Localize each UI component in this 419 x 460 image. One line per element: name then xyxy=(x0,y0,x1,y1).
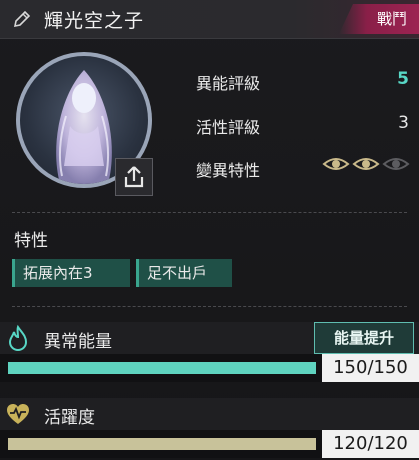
stat-label-mutation-trait: 變異特性 xyxy=(196,161,261,180)
share-button[interactable] xyxy=(115,158,153,196)
stat-value-ability-rank: 5 xyxy=(397,69,409,89)
character-name: 輝光空之子 xyxy=(44,10,145,32)
eye-icon-active-2 xyxy=(352,158,380,170)
activity-header: 活躍度 xyxy=(0,398,419,430)
divider xyxy=(12,212,407,213)
stat-label-ability-rank: 異能評級 xyxy=(196,74,261,93)
mutation-eye-icons xyxy=(322,158,410,170)
energy-bar: 150/150 xyxy=(0,354,419,382)
divider xyxy=(12,306,407,307)
energy-boost-button[interactable]: 能量提升 xyxy=(314,322,414,354)
upload-icon xyxy=(124,166,144,188)
flame-icon xyxy=(8,324,28,352)
activity-bar: 120/120 xyxy=(0,430,419,458)
activity-label: 活躍度 xyxy=(44,408,95,428)
energy-bar-fill xyxy=(8,362,316,374)
character-panel: 輝光空之子 戰鬥 異能評級 5 活性評級 3 變異特性 特性 拓展內在3 足不出… xyxy=(0,0,419,460)
activity-bar-fill xyxy=(8,438,316,450)
combat-tag: 戰鬥 xyxy=(339,4,419,34)
eye-icon-active-1 xyxy=(322,158,350,170)
stat-value-activity-rank: 3 xyxy=(398,113,409,133)
trait-chip-2[interactable]: 足不出戶 xyxy=(136,259,232,287)
activity-value: 120/120 xyxy=(322,430,419,458)
heartbeat-icon xyxy=(7,404,29,424)
stat-label-activity-rank: 活性評級 xyxy=(196,118,261,137)
energy-label: 異常能量 xyxy=(44,332,112,352)
header-bar: 輝光空之子 戰鬥 xyxy=(0,0,419,39)
eye-icon-inactive-3 xyxy=(382,158,410,170)
pencil-icon[interactable] xyxy=(12,9,32,29)
traits-title: 特性 xyxy=(14,231,48,251)
energy-value: 150/150 xyxy=(322,354,419,382)
trait-chip-1[interactable]: 拓展內在3 xyxy=(12,259,130,287)
